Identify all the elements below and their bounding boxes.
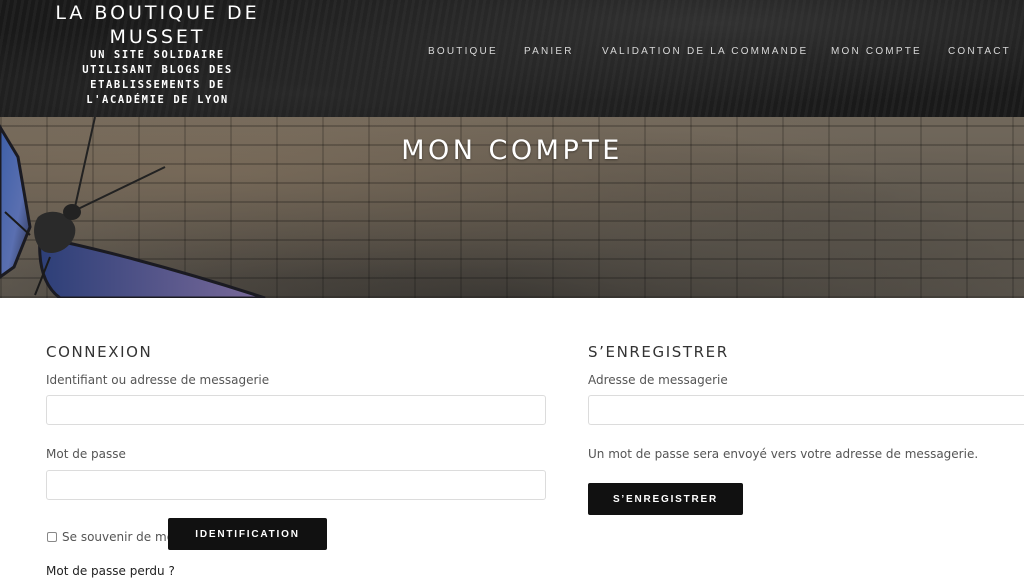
remember-me-label[interactable]: Se souvenir de moi (62, 530, 177, 544)
nav-item-panier[interactable]: PANIER (524, 46, 574, 57)
login-button[interactable]: IDENTIFICATION (168, 518, 327, 550)
page-title: MON COMPTE (401, 135, 623, 166)
login-section: CONNEXION (46, 343, 546, 361)
nav-item-validation-commande[interactable]: VALIDATION DE LA COMMANDE (602, 46, 808, 57)
register-button[interactable]: S’ENREGISTRER (588, 483, 743, 515)
register-section: S’ENREGISTRER (588, 343, 1024, 361)
site-header: LA BOUTIQUE DE MUSSET UN SITE SOLIDAIRE … (0, 0, 1024, 117)
username-label: Identifiant ou adresse de messagerie (46, 373, 270, 387)
nav-item-boutique[interactable]: BOUTIQUE (428, 46, 498, 57)
nav-item-contact[interactable]: CONTACT (948, 46, 1011, 57)
lost-password-link[interactable]: Mot de passe perdu ? (46, 564, 175, 578)
nav-item-mon-compte[interactable]: MON COMPTE (831, 46, 922, 57)
remember-me-checkbox[interactable] (47, 532, 57, 542)
login-heading: CONNEXION (46, 343, 153, 361)
username-input[interactable] (46, 395, 546, 425)
email-label: Adresse de messagerie (588, 373, 728, 387)
page-hero-banner: MON COMPTE (0, 117, 1024, 298)
password-input[interactable] (46, 470, 546, 500)
password-label: Mot de passe (46, 447, 126, 461)
register-heading: S’ENREGISTRER (588, 343, 729, 361)
password-email-note: Un mot de passe sera envoyé vers votre a… (588, 447, 979, 461)
site-title-line2[interactable]: MUSSET (50, 26, 265, 48)
main-nav: BOUTIQUE PANIER VALIDATION DE LA COMMAND… (0, 46, 1024, 60)
email-input[interactable] (588, 395, 1024, 425)
site-title-line1[interactable]: LA BOUTIQUE DE (50, 2, 265, 24)
